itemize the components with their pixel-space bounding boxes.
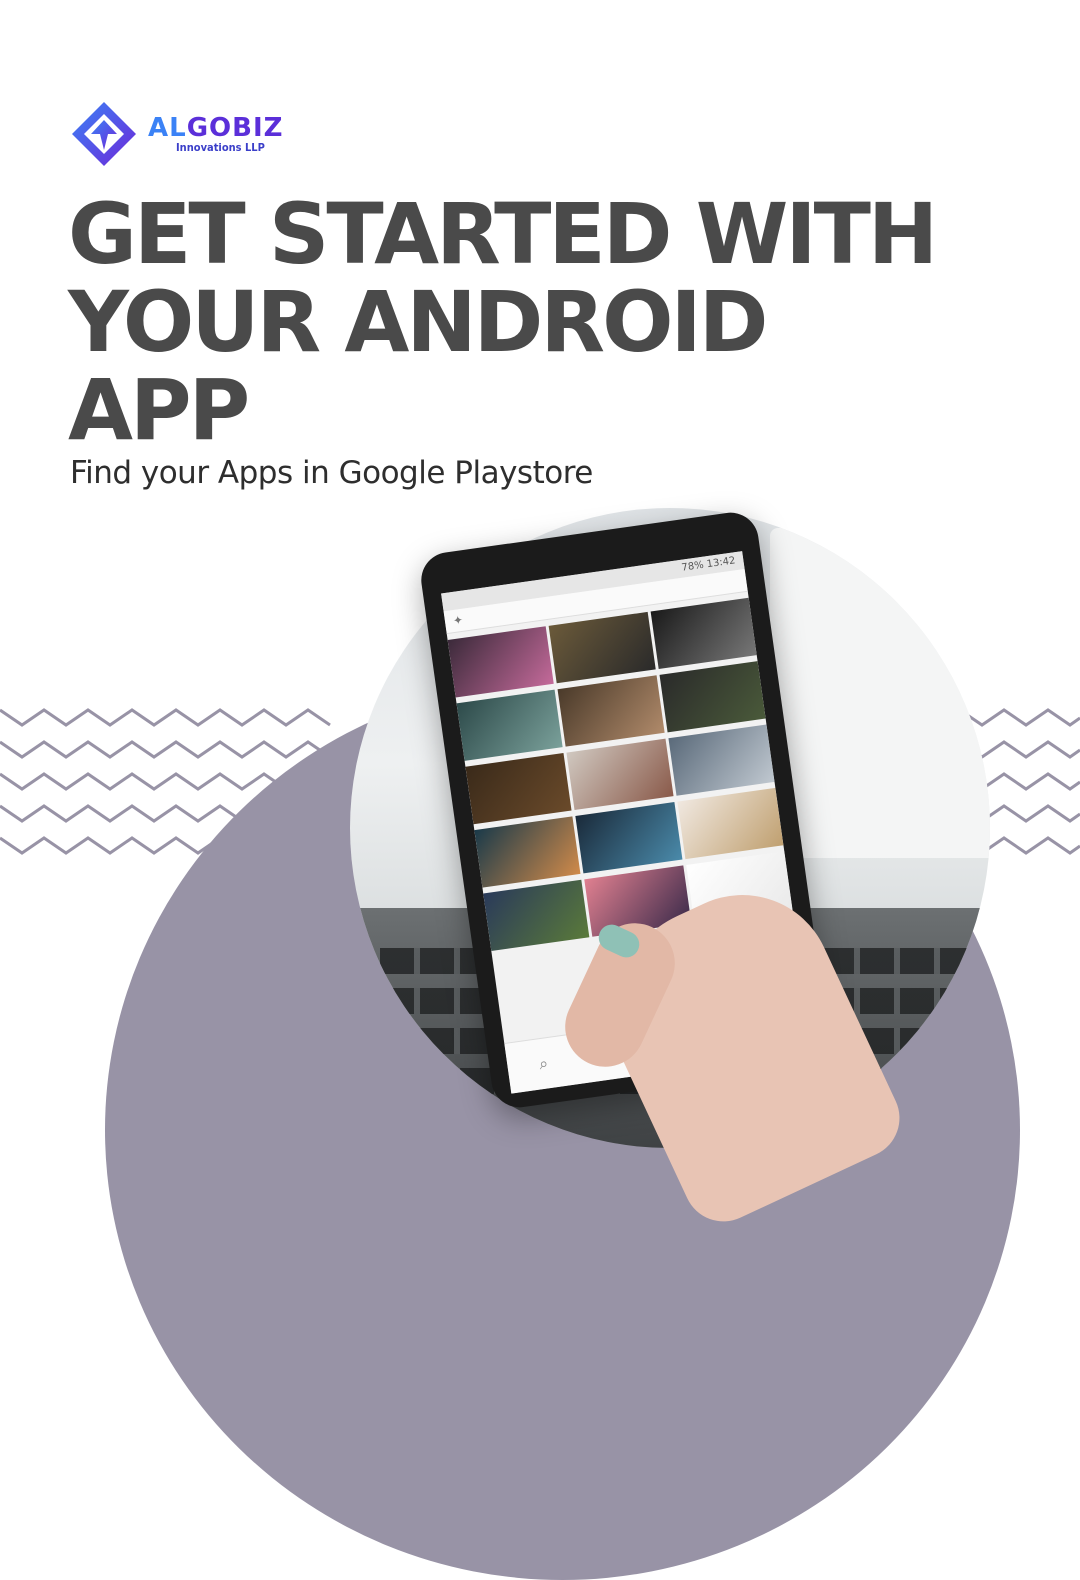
headline-line-1: GET STARTED WITH [68,185,938,283]
photo-thumbnail[interactable] [659,661,766,733]
headline-line-3: APP [68,361,250,459]
brand-logo: ALGOBIZ Innovations LLP [70,100,284,168]
photo-thumbnail[interactable] [650,597,757,669]
photo-thumbnail[interactable] [557,675,665,747]
photo-thumbnail[interactable] [474,816,581,888]
photo-thumbnail[interactable] [447,626,555,698]
photo-thumbnail[interactable] [548,611,656,684]
photo-thumbnail[interactable] [677,787,784,860]
headline-line-2: YOUR ANDROID [68,273,768,371]
photo-thumbnail[interactable] [668,724,775,796]
page-title: GET STARTED WITH YOUR ANDROID APP [68,185,938,459]
algobiz-logo-icon [72,102,136,166]
photo-thumbnail[interactable] [465,752,572,825]
brand-subtitle: Innovations LLP [176,141,265,154]
page-subtitle: Find your Apps in Google Playstore [70,455,593,491]
photo-thumbnail[interactable] [575,802,683,874]
background-monitor [770,528,990,858]
photo-thumbnail[interactable] [566,738,674,810]
photo-thumbnail[interactable] [483,879,590,951]
brand-name: ALGOBIZ [148,113,284,143]
search-icon[interactable]: ⌕ [538,1053,550,1074]
photo-thumbnail[interactable] [456,689,563,761]
